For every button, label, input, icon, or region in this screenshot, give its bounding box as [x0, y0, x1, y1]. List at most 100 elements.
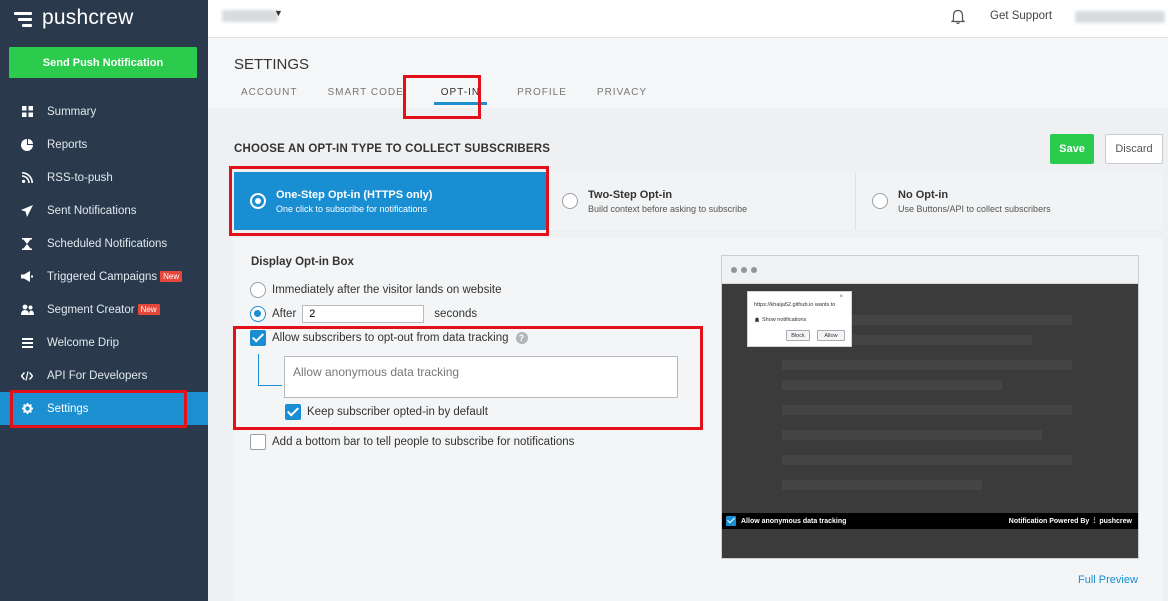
- sidebar-item-welcome-drip[interactable]: Welcome Drip: [0, 326, 208, 359]
- allow-optout-option[interactable]: Allow subscribers to opt-out from data t…: [250, 330, 528, 346]
- optin-subtitle: Use Buttons/API to collect subscribers: [898, 203, 1051, 214]
- tab-account[interactable]: ACCOUNT: [241, 87, 297, 105]
- optin-none[interactable]: No Opt-in Use Buttons/API to collect sub…: [856, 172, 1163, 230]
- seconds-label: seconds: [434, 308, 478, 320]
- close-icon[interactable]: ×: [839, 294, 843, 300]
- block-button[interactable]: Block: [786, 330, 810, 341]
- paper-plane-icon: [20, 204, 34, 218]
- prompt-url: https://khaija52.github.io wants to: [754, 302, 836, 308]
- immediately-label: Immediately after the visitor lands on w…: [272, 284, 502, 296]
- topbar: ▼ Get Support: [208, 0, 1168, 38]
- after-label: After: [272, 308, 297, 320]
- sidebar-item-sent-notifications[interactable]: Sent Notifications: [0, 194, 208, 227]
- new-badge: New: [137, 304, 160, 315]
- tree-connector: [258, 354, 282, 386]
- sidebar-item-segment-creator[interactable]: Segment Creator New: [0, 293, 208, 326]
- sidebar-nav: Summary Reports RSS-to-push Sent Notific…: [0, 95, 208, 425]
- tab-privacy[interactable]: PRIVACY: [597, 87, 647, 105]
- save-button[interactable]: Save: [1050, 134, 1094, 164]
- sidebar-item-scheduled-notifications[interactable]: Scheduled Notifications: [0, 227, 208, 260]
- page-title: SETTINGS: [234, 56, 310, 73]
- prompt-show-text: Show notifications: [762, 317, 807, 323]
- sidebar-item-label: Reports: [47, 138, 88, 151]
- powered-by-text: Notification Powered By: [1008, 517, 1090, 525]
- logo-text: pushcrew: [42, 6, 134, 29]
- main: SETTINGS ACCOUNT SMART CODE OPT-IN PROFI…: [208, 38, 1168, 601]
- domain-selector[interactable]: [222, 10, 278, 22]
- display-optin-card: Display Opt-in Box Immediately after the…: [234, 238, 1163, 601]
- logo[interactable]: pushcrew: [14, 6, 133, 30]
- tab-smart-code[interactable]: SMART CODE: [327, 87, 403, 105]
- sidebar-item-summary[interactable]: Summary: [0, 95, 208, 128]
- immediately-option[interactable]: Immediately after the visitor lands on w…: [250, 282, 501, 298]
- sidebar-item-label: RSS-to-push: [47, 171, 113, 184]
- allow-button[interactable]: Allow: [817, 330, 845, 341]
- after-option[interactable]: After seconds: [250, 305, 477, 323]
- checkbox-checked[interactable]: [726, 516, 736, 526]
- optin-type-selector: One-Step Opt-in (HTTPS only) One click t…: [234, 172, 1163, 230]
- sidebar-item-label: Summary: [47, 105, 97, 118]
- data-tracking-textarea[interactable]: Allow anonymous data tracking: [284, 356, 678, 398]
- optin-title: No Opt-in: [898, 188, 949, 201]
- preview-allow-text: Allow anonymous data tracking: [741, 517, 847, 525]
- bottom-bar-option[interactable]: Add a bottom bar to tell people to subsc…: [250, 434, 574, 450]
- optin-title: One-Step Opt-in (HTTPS only): [276, 188, 433, 201]
- users-icon: [20, 303, 34, 317]
- tab-opt-in[interactable]: OPT-IN: [433, 87, 488, 105]
- opt-in-panel: CHOOSE AN OPT-IN TYPE TO COLLECT SUBSCRI…: [229, 126, 1163, 601]
- allow-optout-label: Allow subscribers to opt-out from data t…: [272, 332, 509, 344]
- tab-profile[interactable]: PROFILE: [517, 87, 567, 105]
- optin-title: Two-Step Opt-in: [588, 188, 673, 201]
- keep-optin-label: Keep subscriber opted-in by default: [307, 406, 488, 418]
- pie-chart-icon: [20, 138, 34, 152]
- sidebar-item-reports[interactable]: Reports: [0, 128, 208, 161]
- grid-icon: [20, 105, 34, 119]
- pushcrew-logo-icon: ⫶: [1093, 516, 1096, 525]
- notification-prompt: × https://khaija52.github.io wants to Sh…: [747, 291, 852, 347]
- help-icon[interactable]: ?: [515, 332, 528, 344]
- sidebar-item-triggered-campaigns[interactable]: Triggered Campaigns New: [0, 260, 208, 293]
- powered-by: Notification Powered By ⫶ pushcrew: [1009, 516, 1132, 526]
- hourglass-icon: [20, 237, 34, 251]
- code-icon: [20, 369, 34, 383]
- prompt-show: Show notifications: [754, 317, 806, 323]
- optin-two-step[interactable]: Two-Step Opt-in Build context before ask…: [546, 172, 856, 230]
- preview-canvas: × https://khaija52.github.io wants to Sh…: [722, 285, 1138, 513]
- keep-optin-option[interactable]: Keep subscriber opted-in by default: [285, 404, 488, 420]
- optin-subtitle: One click to subscribe for notifications: [276, 203, 428, 214]
- bell-icon: [754, 317, 760, 322]
- bell-icon[interactable]: [951, 9, 965, 25]
- discard-button[interactable]: Discard: [1105, 134, 1163, 164]
- pushcrew-logo-icon: [14, 8, 36, 28]
- rss-icon: [20, 171, 34, 185]
- sidebar-item-rss-to-push[interactable]: RSS-to-push: [0, 161, 208, 194]
- checkbox-checked[interactable]: [285, 404, 301, 420]
- radio-selected[interactable]: [250, 306, 266, 322]
- list-icon: [20, 336, 34, 350]
- sidebar-item-api-for-developers[interactable]: API For Developers: [0, 359, 208, 392]
- radio-selected[interactable]: [250, 193, 266, 209]
- checkbox-checked[interactable]: [250, 330, 266, 346]
- preview-bottom-bar: Allow anonymous data tracking Notificati…: [722, 513, 1138, 529]
- settings-tabs: ACCOUNT SMART CODE OPT-IN PROFILE PRIVAC…: [241, 87, 677, 105]
- display-optin-title: Display Opt-in Box: [251, 256, 354, 268]
- new-badge: New: [160, 271, 183, 282]
- radio[interactable]: [872, 193, 888, 209]
- radio[interactable]: [562, 193, 578, 209]
- sidebar-item-settings[interactable]: Settings: [0, 392, 208, 425]
- radio[interactable]: [250, 282, 266, 298]
- full-preview-link[interactable]: Full Preview: [1078, 574, 1138, 586]
- checkbox[interactable]: [250, 434, 266, 450]
- settings-header: SETTINGS ACCOUNT SMART CODE OPT-IN PROFI…: [208, 38, 1168, 108]
- sidebar-item-label: Settings: [47, 402, 89, 415]
- sidebar: pushcrew Send Push Notification Summary …: [0, 0, 208, 601]
- gear-icon: [20, 402, 34, 416]
- sidebar-item-label: Welcome Drip: [47, 336, 119, 349]
- caret-down-icon[interactable]: ▼: [274, 8, 283, 18]
- send-push-notification-button[interactable]: Send Push Notification: [9, 47, 197, 78]
- optin-one-step[interactable]: One-Step Opt-in (HTTPS only) One click t…: [234, 172, 546, 230]
- get-support-link[interactable]: Get Support: [990, 10, 1052, 22]
- user-menu[interactable]: [1075, 11, 1165, 23]
- after-seconds-input[interactable]: [302, 305, 425, 323]
- pushcrew-brand-text: pushcrew: [1099, 517, 1132, 525]
